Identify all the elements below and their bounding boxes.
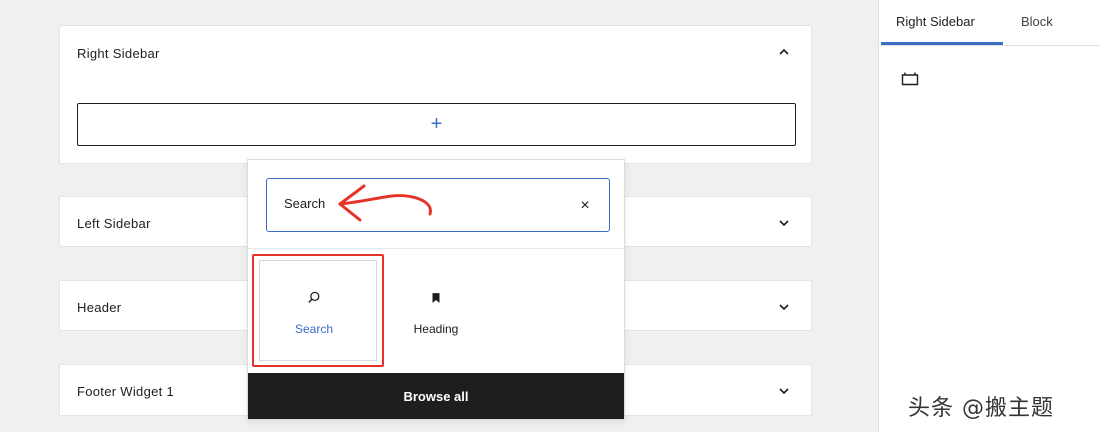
chevron-down-icon[interactable]	[777, 384, 791, 398]
bookmark-icon	[426, 288, 446, 308]
widget-area-title[interactable]: Right Sidebar	[77, 46, 160, 61]
settings-sidebar: Right Sidebar Block	[878, 0, 1100, 432]
widget-area-title[interactable]: Header	[77, 300, 121, 315]
browse-all-button[interactable]: Browse all	[248, 373, 624, 419]
close-icon[interactable]: ×	[575, 196, 595, 216]
tab-block[interactable]: Block	[1021, 14, 1053, 29]
search-icon	[304, 288, 324, 308]
plus-icon: +	[430, 113, 443, 135]
search-input[interactable]	[284, 196, 564, 211]
block-item-heading[interactable]: Heading	[376, 258, 496, 362]
widget-area-right-sidebar: Right Sidebar +	[59, 25, 812, 164]
chevron-down-icon[interactable]	[777, 300, 791, 314]
tab-right-sidebar[interactable]: Right Sidebar	[896, 14, 975, 29]
block-item-label: Heading	[413, 322, 459, 336]
editor-canvas: Right Sidebar + Left Sidebar Header Foot…	[0, 0, 878, 432]
widget-area-title[interactable]: Footer Widget 1	[77, 384, 174, 399]
block-appender-button[interactable]: +	[77, 103, 796, 146]
block-item-search[interactable]: Search	[254, 258, 374, 362]
search-field[interactable]: ×	[266, 178, 610, 232]
chevron-down-icon[interactable]	[777, 216, 791, 230]
divider	[248, 248, 624, 249]
watermark: 头条 @搬主题	[908, 396, 1054, 421]
sidebar-tabs: Right Sidebar Block	[879, 0, 1100, 46]
chevron-up-icon[interactable]	[777, 45, 791, 59]
active-tab-indicator	[881, 42, 1003, 45]
block-inserter-popover: × Search Heading Browse all	[247, 159, 625, 420]
widget-area-icon	[901, 72, 919, 86]
widget-area-title[interactable]: Left Sidebar	[77, 216, 151, 231]
block-item-label: Search	[294, 322, 334, 336]
